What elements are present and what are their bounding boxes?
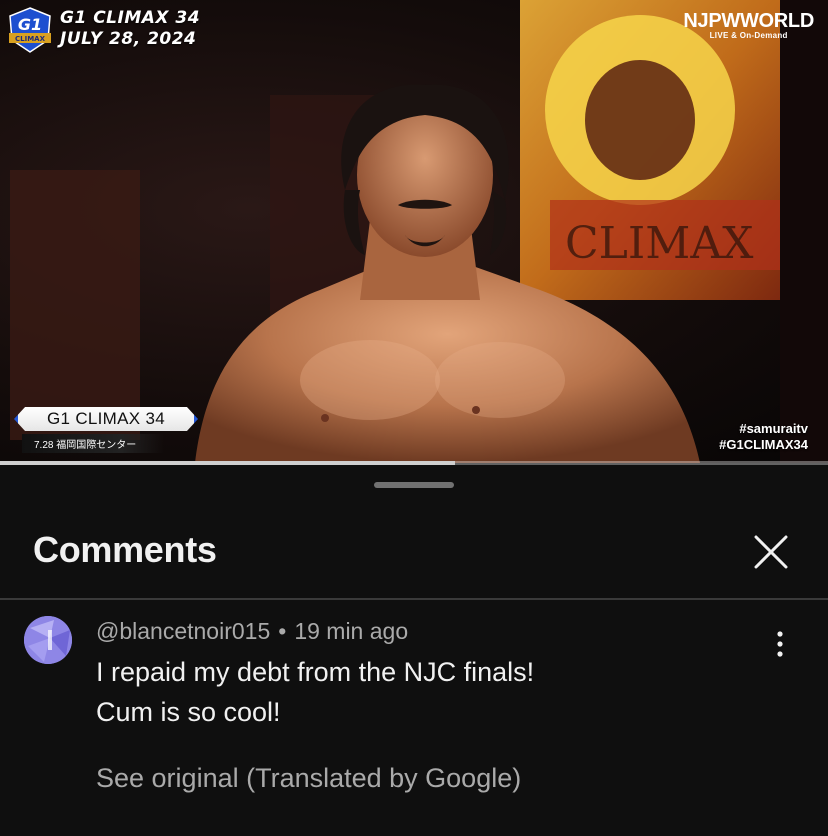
- more-vert-icon[interactable]: [762, 626, 798, 662]
- drag-handle[interactable]: [374, 482, 454, 488]
- avatar-image: [24, 616, 72, 664]
- brand-name: NJPWWORLD: [683, 10, 814, 32]
- close-icon[interactable]: [746, 527, 796, 577]
- event-date: JULY 28, 2024: [60, 29, 197, 49]
- njpw-world-logo: NJPWWORLD LIVE & On-Demand: [683, 10, 814, 40]
- comments-title: Comments: [33, 529, 217, 570]
- video-player[interactable]: CLIMAX G1 CLIMAX G1 CLIMAX 34 JULY 28, 2…: [0, 0, 828, 463]
- backdrop-text: CLIMAX: [565, 218, 754, 269]
- svg-text:CLIMAX: CLIMAX: [15, 35, 46, 43]
- comment-author[interactable]: @blancetnoir015: [96, 618, 270, 644]
- lower-third-date: 7.28 福岡国際センター: [22, 434, 164, 453]
- hashtags: #samuraitv #G1CLIMAX34: [719, 421, 808, 453]
- event-title-overlay: G1 CLIMAX 34 JULY 28, 2024: [60, 8, 200, 50]
- comment-time: 19 min ago: [294, 618, 409, 644]
- comment-text-line: Cum is so cool!: [96, 697, 281, 727]
- brand-tagline: LIVE & On-Demand: [709, 31, 788, 40]
- event-name: G1 CLIMAX 34: [60, 8, 201, 28]
- meta-separator: •: [278, 618, 287, 644]
- g1-climax-logo-icon: G1 CLIMAX: [9, 7, 51, 53]
- lower-third-title: G1 CLIMAX 34: [14, 407, 198, 431]
- lower-third-graphic: G1 CLIMAX 34 7.28 福岡国際センター: [14, 407, 198, 453]
- hashtag: #samuraitv: [739, 421, 808, 436]
- comment-meta: @blancetnoir015 • 19 min ago: [96, 618, 408, 645]
- comments-sheet: Comments @blancetnoir015 • 19 min ago I re…: [0, 465, 828, 836]
- avatar[interactable]: [24, 616, 72, 664]
- video-frame: CLIMAX: [10, 0, 828, 463]
- header-divider: [0, 598, 828, 600]
- hashtag: #G1CLIMAX34: [719, 437, 808, 452]
- comment-text-line: I repaid my debt from the NJC finals!: [96, 657, 535, 687]
- svg-text:G1: G1: [18, 15, 42, 34]
- see-original-link[interactable]: See original (Translated by Google): [96, 763, 521, 794]
